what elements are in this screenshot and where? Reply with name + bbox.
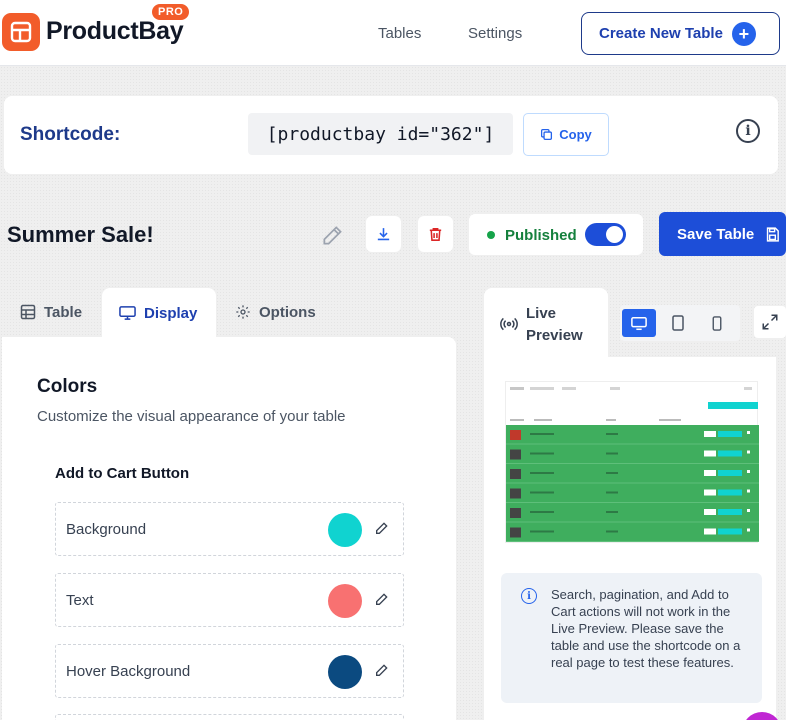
publish-toggle[interactable] (585, 223, 626, 246)
thumb-add-to-cart (718, 431, 742, 437)
phone-icon (712, 315, 722, 331)
shortcode-label: Shortcode: (20, 124, 121, 145)
table-preview-thumbnail (505, 381, 759, 543)
trash-icon (429, 227, 442, 241)
download-icon (377, 227, 390, 240)
tab-display-label: Display (144, 304, 198, 322)
thumb-add-to-cart (718, 470, 742, 476)
thumb-add-to-cart (718, 528, 742, 535)
copy-label: Copy (559, 127, 592, 142)
save-icon (767, 226, 780, 242)
monitor-icon (119, 306, 136, 320)
color-swatch[interactable] (328, 513, 362, 547)
download-button[interactable] (366, 216, 401, 252)
color-label: Text (66, 592, 94, 609)
plus-icon: + (731, 21, 756, 46)
pencil-icon[interactable] (374, 520, 390, 541)
delete-button[interactable] (418, 216, 453, 252)
color-row-background: Background (55, 502, 404, 556)
tab-display[interactable]: Display (102, 288, 216, 338)
preview-notice-text: Search, pagination, and Add to Cart acti… (551, 587, 741, 670)
thumb-add-to-cart (718, 450, 742, 457)
table-title: Summer Sale! (7, 222, 154, 247)
thumb-product-image (510, 469, 521, 479)
color-label: Background (66, 521, 147, 538)
add-to-cart-section-title: Add to Cart Button (55, 465, 190, 482)
brand-name: ProductBay (46, 17, 184, 45)
color-row-text: Text (55, 573, 404, 627)
nav-tables[interactable]: Tables (378, 25, 421, 42)
pro-badge: PRO (152, 4, 190, 20)
tab-table[interactable]: Table (20, 288, 82, 336)
info-icon: i (521, 588, 537, 604)
logo-icon[interactable] (2, 13, 40, 51)
status-label: Published (505, 227, 577, 244)
grid-icon (20, 304, 36, 320)
colors-subtitle: Customize the visual appearance of your … (37, 408, 346, 425)
color-swatch[interactable] (328, 655, 362, 689)
tab-options-label: Options (259, 303, 316, 321)
broadcast-icon (500, 316, 518, 337)
shortcode-value[interactable]: [productbay id="362"] (248, 113, 513, 155)
color-row-partial (55, 714, 404, 720)
thumb-product-image (510, 449, 521, 460)
save-table-label: Save Table (677, 225, 755, 243)
desktop-device-button[interactable] (622, 309, 656, 337)
edit-title-icon[interactable] (320, 222, 346, 253)
monitor-icon (631, 316, 647, 330)
thumb-add-to-cart (718, 489, 742, 496)
live-preview-label: Live Preview (526, 305, 583, 344)
copy-icon (541, 128, 553, 141)
status-dot (487, 231, 495, 239)
thumb-product-image (510, 527, 521, 538)
expand-preview-button[interactable] (754, 306, 786, 338)
colors-title: Colors (37, 376, 98, 397)
color-row-hover-background: Hover Background (55, 644, 404, 698)
copy-button[interactable]: Copy (523, 113, 609, 156)
gear-icon (236, 305, 250, 319)
thumb-add-to-cart (718, 509, 742, 515)
color-swatch[interactable] (328, 584, 362, 618)
tablet-icon (672, 315, 684, 331)
tab-options[interactable]: Options (235, 288, 316, 336)
thumb-product-image (510, 488, 521, 499)
mobile-device-button[interactable] (700, 309, 734, 337)
info-icon[interactable]: i (736, 119, 760, 143)
tab-table-label: Table (44, 303, 83, 321)
color-label: Hover Background (66, 663, 191, 680)
thumb-product-image (510, 508, 521, 518)
pencil-icon[interactable] (374, 591, 390, 612)
tablet-device-button[interactable] (661, 309, 695, 337)
save-table-button[interactable]: Save Table (659, 212, 786, 256)
expand-icon (762, 314, 778, 330)
nav-settings[interactable]: Settings (468, 25, 522, 42)
thumb-product-image (510, 430, 521, 440)
pencil-icon[interactable] (374, 662, 390, 683)
create-new-table-button[interactable]: Create New Table + (581, 12, 780, 55)
create-new-table-label: Create New Table (599, 25, 723, 42)
